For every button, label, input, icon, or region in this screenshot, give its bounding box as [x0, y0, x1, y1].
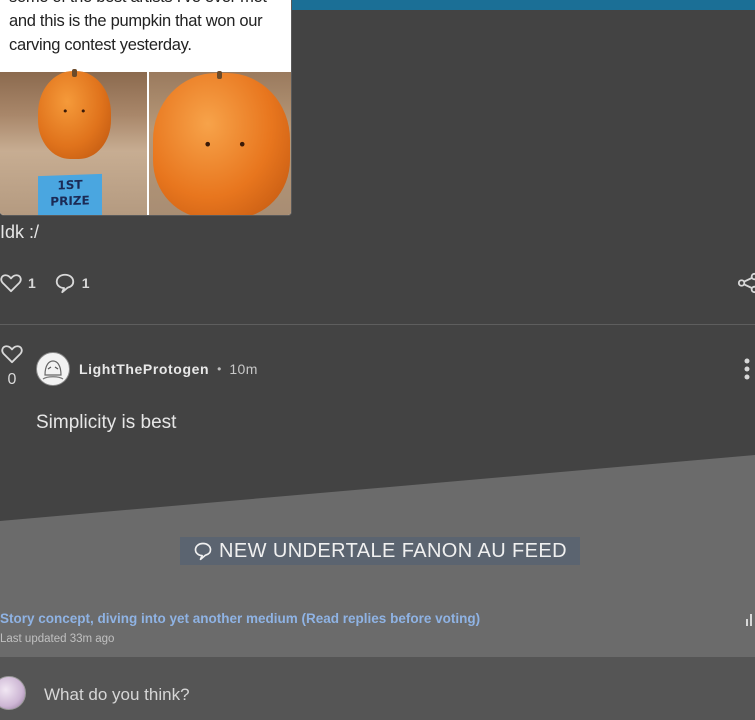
- topic-link[interactable]: Story concept, diving into yet another m…: [0, 611, 480, 626]
- pumpkin-face-big: • •: [203, 135, 257, 154]
- post-image[interactable]: some of the best artists I've ever met a…: [0, 0, 292, 216]
- comment-vote: 0: [0, 344, 24, 389]
- protogen-avatar-icon: [42, 360, 64, 380]
- post-text: Idk :/: [0, 222, 40, 242]
- comment-bubble-icon: [194, 542, 212, 561]
- share-icon[interactable]: [737, 272, 755, 299]
- heart-icon: [0, 274, 22, 293]
- small-pumpkin: • •: [38, 69, 111, 159]
- more-vertical-icon[interactable]: [743, 357, 751, 386]
- post-actions: 1 1: [0, 270, 108, 296]
- comment-icon: [55, 273, 74, 294]
- prize-card: 1ST PRIZE: [38, 173, 102, 215]
- comment-header: LightTheProtogen • 10m: [79, 361, 258, 377]
- meme-caption: some of the best artists I've ever met a…: [9, 0, 267, 54]
- big-pumpkin: • •: [153, 71, 290, 215]
- comment-button[interactable]: 1: [54, 272, 90, 294]
- topic-last-updated: Last updated 33m ago: [0, 633, 115, 645]
- pumpkin-face: • •: [62, 105, 91, 118]
- avatar[interactable]: [36, 352, 70, 386]
- comment-time: 10m: [229, 361, 258, 377]
- prize-label: 1ST PRIZE: [50, 177, 90, 209]
- bar-chart-icon[interactable]: [745, 612, 755, 631]
- like-count: 1: [28, 275, 36, 291]
- feed-title: NEW UNDERTALE FANON AU FEED: [219, 539, 567, 562]
- feed-title-banner[interactable]: NEW UNDERTALE FANON AU FEED: [180, 537, 580, 565]
- comment-username[interactable]: LightTheProtogen: [79, 361, 209, 377]
- comment-body: Simplicity is best: [36, 412, 177, 433]
- comment-like-count: 0: [7, 371, 17, 388]
- reply-input[interactable]: [44, 685, 694, 705]
- heart-icon[interactable]: [1, 344, 23, 364]
- section-divider: [0, 324, 755, 325]
- like-button[interactable]: 1: [0, 273, 36, 293]
- separator-dot: •: [217, 362, 222, 376]
- comment-count: 1: [81, 275, 90, 291]
